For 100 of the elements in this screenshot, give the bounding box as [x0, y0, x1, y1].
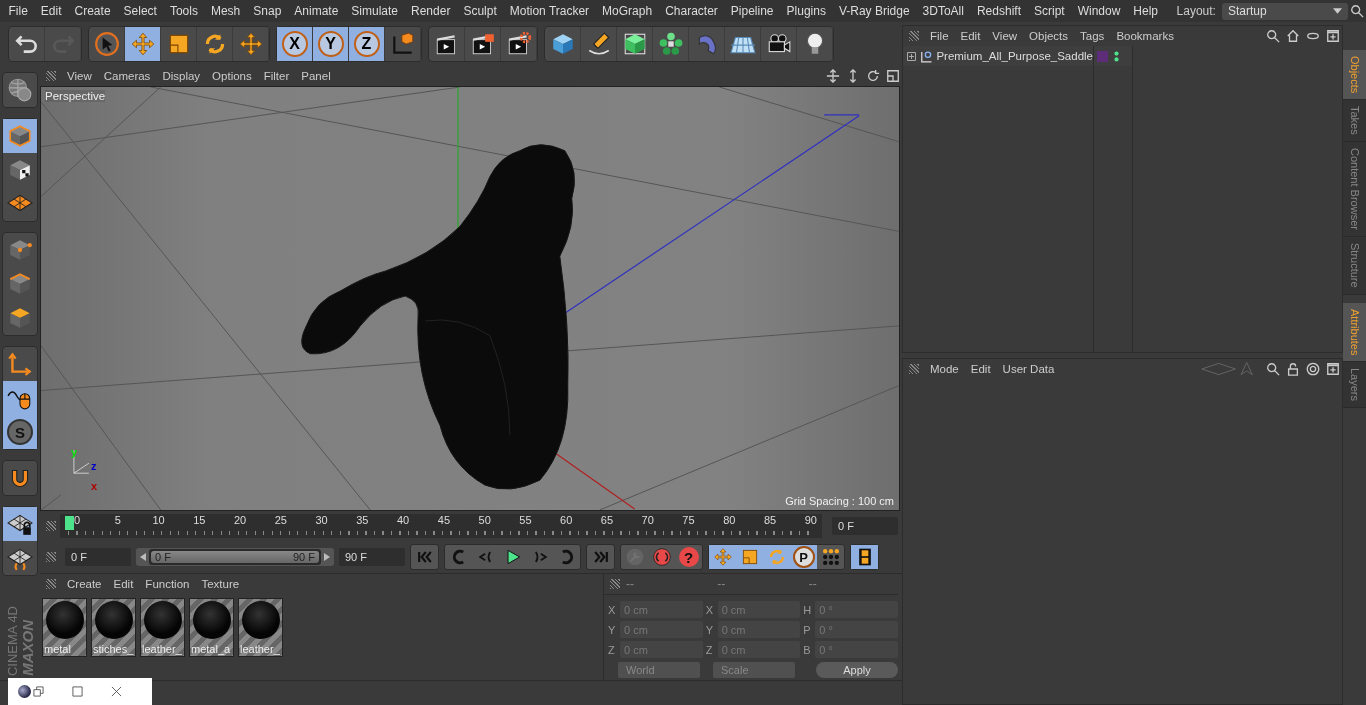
frame-range-slider[interactable]: 0 F 90 F — [136, 548, 334, 566]
search-icon[interactable] — [1266, 362, 1280, 376]
menu-item[interactable]: V-Ray Bridge — [832, 4, 917, 18]
menu-item[interactable]: Bookmarks — [1111, 30, 1179, 42]
axis-label: Y — [608, 623, 617, 636]
menu-item[interactable]: Tags — [1075, 30, 1110, 42]
move-button[interactable] — [125, 27, 161, 61]
menu-item[interactable]: Edit — [955, 30, 986, 42]
layout-dropdown[interactable]: Startup — [1221, 2, 1348, 20]
mouse-button[interactable] — [3, 381, 37, 415]
menu-item[interactable]: Redshift — [970, 4, 1028, 18]
start-frame-field[interactable]: 0 F — [65, 548, 131, 566]
maximize-icon[interactable] — [72, 686, 83, 697]
axis-button[interactable]: Z — [349, 27, 385, 61]
side-tab[interactable]: Attributes — [1343, 302, 1366, 363]
new-window-icon[interactable] — [1326, 362, 1340, 376]
menu-item[interactable]: Sculpt — [456, 4, 504, 18]
home-icon[interactable] — [1286, 29, 1300, 43]
panel-grip-icon[interactable] — [46, 579, 56, 589]
parameter-key-button[interactable]: P — [790, 545, 817, 569]
menu-item[interactable]: 3DToAll — [916, 4, 971, 18]
menu-item[interactable]: Cameras — [98, 70, 156, 82]
menu-item[interactable]: View — [62, 70, 97, 82]
side-tab[interactable]: Content Browser — [1343, 142, 1366, 237]
menu-item[interactable]: Filter — [258, 70, 295, 82]
axis-label: Y — [705, 623, 714, 636]
panel-grip-icon[interactable] — [909, 364, 919, 374]
menu-item[interactable]: Texture — [196, 578, 245, 590]
timeline-ruler[interactable]: 0 5 10 15 20 25 30 35 40 45 50 55 60 65 70 75 80 85 90 — [60, 514, 822, 538]
material-swatch[interactable]: metal_a — [189, 598, 234, 657]
menu-item[interactable]: Character — [658, 4, 725, 18]
menu-item[interactable]: Create — [62, 578, 107, 590]
menu-item[interactable]: Options — [207, 70, 257, 82]
material-swatch[interactable]: metal — [42, 598, 87, 657]
side-tab[interactable]: Layers — [1343, 362, 1366, 409]
menu-item[interactable]: File — [925, 30, 954, 42]
menu-item[interactable]: MoGraph — [595, 4, 659, 18]
close-icon[interactable] — [111, 686, 122, 697]
move-view-icon[interactable] — [826, 69, 840, 83]
menu-item[interactable]: Objects — [1024, 30, 1074, 42]
menu-item[interactable]: Render — [404, 4, 457, 18]
menu-item[interactable]: Mode — [925, 363, 964, 375]
maximize-view-icon[interactable] — [886, 69, 900, 83]
menu-item[interactable]: Plugins — [780, 4, 833, 18]
menu-item[interactable]: Function — [140, 578, 195, 590]
model-button[interactable] — [3, 119, 37, 153]
panel-grip-icon[interactable] — [610, 579, 620, 589]
restore-icon[interactable] — [33, 686, 44, 697]
menu-item[interactable]: Motion Tracker — [503, 4, 596, 18]
menu-item[interactable]: Pipeline — [724, 4, 781, 18]
axis-button[interactable]: X — [277, 27, 313, 61]
menu-item[interactable]: Script — [1027, 4, 1072, 18]
menu-item[interactable]: Edit — [108, 578, 139, 590]
menu-item[interactable]: Create — [68, 4, 118, 18]
menu-item[interactable]: User Data — [997, 363, 1060, 375]
apply-button[interactable]: Apply — [816, 661, 898, 678]
search-icon[interactable] — [1350, 4, 1364, 18]
right-arrow-icon[interactable] — [323, 552, 331, 562]
target-icon[interactable] — [1306, 362, 1320, 376]
panel-grip-icon[interactable] — [46, 521, 56, 531]
lock-icon[interactable] — [1286, 362, 1300, 376]
menu-item[interactable]: Mesh — [204, 4, 247, 18]
panel-grip-icon[interactable] — [46, 71, 56, 81]
menu-item[interactable]: Help — [1126, 4, 1165, 18]
frame-tick-label: 55 — [518, 514, 533, 526]
rotate-view-icon[interactable] — [866, 69, 880, 83]
menu-item[interactable]: Window — [1071, 4, 1127, 18]
side-tab[interactable]: Takes — [1343, 100, 1366, 143]
object-row[interactable]: Premium_All_Purpose_Saddle — [903, 46, 1093, 66]
menu-item[interactable]: File — [2, 4, 35, 18]
side-tab[interactable]: Objects — [1343, 50, 1366, 101]
side-tab[interactable]: Structure — [1343, 237, 1366, 295]
menu-item[interactable]: View — [987, 30, 1023, 42]
new-window-icon[interactable] — [1326, 29, 1340, 43]
end-frame-field[interactable]: 90 F — [339, 548, 405, 566]
search-icon[interactable] — [1266, 29, 1280, 43]
expand-toggle[interactable] — [907, 51, 916, 61]
left-arrow-icon[interactable] — [139, 552, 147, 562]
menu-item[interactable]: Select — [117, 4, 164, 18]
layer-color-tag[interactable] — [1097, 50, 1108, 62]
menu-item[interactable]: Tools — [163, 4, 205, 18]
visibility-dots-icon[interactable] — [1114, 49, 1119, 63]
app-icon[interactable] — [18, 685, 31, 698]
object-name: Premium_All_Purpose_Saddle — [936, 50, 1093, 62]
menu-item[interactable]: Snap — [246, 4, 288, 18]
axis-button[interactable]: Y — [313, 27, 349, 61]
menu-item[interactable]: Edit — [965, 363, 996, 375]
menu-item[interactable]: Animate — [287, 4, 345, 18]
grid-lock-button[interactable] — [3, 507, 37, 541]
menu-item[interactable]: Edit — [34, 4, 69, 18]
panel-grip-icon[interactable] — [909, 31, 919, 41]
panel-grip-icon[interactable] — [46, 552, 56, 562]
menu-item[interactable]: Display — [157, 70, 206, 82]
timeline-button[interactable] — [851, 545, 878, 569]
record-icon — [651, 547, 672, 567]
menu-item[interactable]: Simulate — [344, 4, 405, 18]
range-fill[interactable]: 0 F 90 F — [151, 551, 319, 563]
3d-viewport[interactable]: Perspective Grid Spacing : 100 cm y z x — [40, 86, 900, 511]
menu-item[interactable]: Panel — [296, 70, 336, 82]
current-frame-field[interactable]: 0 F — [832, 517, 898, 535]
